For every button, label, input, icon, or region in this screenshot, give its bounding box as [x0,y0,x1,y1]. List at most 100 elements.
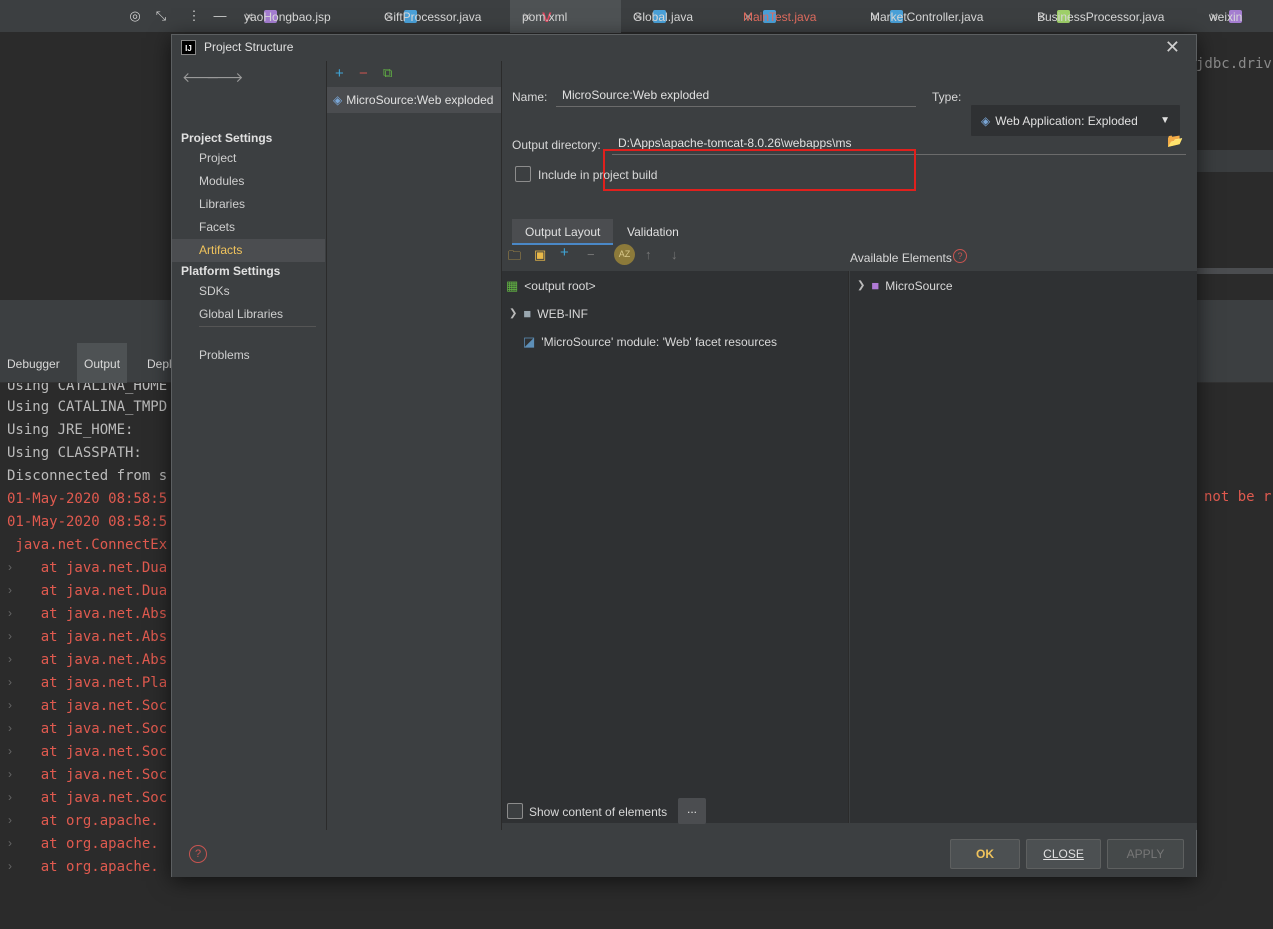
console-line: Using CATALINA_HOME [7,383,168,394]
nav-item-global-libraries[interactable]: Global Libraries [172,303,325,326]
console-line: at java.net.Soc [7,790,168,806]
expand-icon[interactable]: › [8,767,12,781]
expand-icon[interactable]: › [8,652,12,666]
artifact-detail-panel: Name: MicroSource:Web exploded Type: ◈ W… [501,61,1197,830]
expand-icon[interactable]: › [8,721,12,735]
help-icon[interactable]: ? [953,249,967,263]
tree-item-microsource[interactable]: ❯ ■ MicroSource [857,278,953,293]
nav-item-sdks[interactable]: SDKs [172,280,325,303]
expand-icon[interactable]: › [8,698,12,712]
console-line: at org.apache. [7,836,159,852]
editor-tab-global[interactable]: ✕ Global.java [621,0,693,33]
expand-icon[interactable]: › [8,560,12,574]
tree-item-web-inf[interactable]: ❯ ■ WEB-INF [509,306,588,321]
expand-icon[interactable]: › [8,675,12,689]
expand-icon[interactable]: › [8,583,12,597]
background-code-text: jdbc.driv [1196,56,1272,72]
tree-item-facet-resources[interactable]: ◪ 'MicroSource' module: 'Web' facet reso… [523,334,777,350]
console-line: Using CLASSPATH: [7,445,142,461]
minimize-icon[interactable]: — [212,8,228,24]
new-folder-icon[interactable]: 🗀 [508,247,521,269]
dialog-title-bar[interactable]: IJ Project Structure ✕ [172,35,1196,61]
more-options-button[interactable]: ... [678,798,706,824]
output-root-icon: ▦ [506,278,519,293]
include-in-build-label: Include in project build [538,168,658,182]
help-icon[interactable]: ? [189,845,207,863]
artifact-item-microsource[interactable]: ◈ MicroSource:Web exploded [327,87,501,113]
close-icon[interactable]: ✕ [1165,37,1180,58]
artifact-list-panel: + − ⧉ ◈ MicroSource:Web exploded [326,61,501,830]
target-icon[interactable]: ◎ [127,8,143,24]
expand-icon[interactable]: › [8,813,12,827]
editor-tab-weixin[interactable]: ✕ weixin [1197,0,1250,33]
chevron-right-icon[interactable]: ❯ [509,308,517,319]
console-line: at java.net.Dua [7,560,168,576]
console-line: Using CATALINA_TMPD [7,399,168,415]
available-elements-label: Available Elements [850,251,952,265]
include-in-build-checkbox[interactable] [515,166,531,182]
new-archive-icon[interactable]: ▣ [534,247,546,263]
console-line: at java.net.Soc [7,744,168,760]
sort-alphabetically-icon[interactable]: AZ [614,244,635,265]
available-elements-tree: ❯ ■ MicroSource [850,271,1197,823]
output-layout-tree: ▦ <output root> ❯ ■ WEB-INF ◪ 'MicroSour… [502,271,849,823]
console-line: at org.apache. [7,813,159,829]
tab-validation[interactable]: Validation [614,219,692,245]
remove-icon[interactable]: − [359,65,368,82]
nav-item-problems[interactable]: Problems [172,344,325,367]
tab-output[interactable]: Output [77,343,128,383]
ok-button[interactable]: OK [950,839,1020,869]
editor-tab-yaohongbao[interactable]: ✕ yaoHongbao.jsp [232,0,331,33]
nav-item-facets[interactable]: Facets [172,216,325,239]
nav-divider [199,326,316,327]
move-down-icon[interactable]: ↓ [671,247,678,262]
console-line: Disconnected from s [7,468,168,484]
editor-tab-marketcontroller[interactable]: ✕ MarketController.java [858,0,983,33]
name-label: Name: [512,90,548,104]
tree-item-output-root[interactable]: ▦ <output root> [506,278,596,294]
console-line: at java.net.Dua [7,583,168,599]
more-options-icon[interactable]: ⋮ [186,8,202,24]
console-line: Using JRE_HOME: [7,422,134,438]
console-line: 01-May-2020 08:58:5 [7,491,168,507]
expand-icon[interactable]: › [8,859,12,873]
editor-tab-pom[interactable]: ✕ V pom.xml [510,0,621,33]
console-line: at java.net.Abs [7,629,168,645]
settings-nav: 🡐 🡒 Project Settings Project Modules Lib… [172,61,326,830]
tab-output-layout[interactable]: Output Layout [512,219,614,245]
editor-tab-businessprocessor[interactable]: ✕ BusinessProcessor.java [1025,0,1164,33]
editor-scrollbar[interactable] [1196,268,1273,274]
move-up-icon[interactable]: ↑ [645,247,652,262]
editor-tab-bar: ◎ ⤡ ⋮ — ✕ yaoHongbao.jsp ✕ GiftProcessor… [0,0,1273,33]
editor-tab-maintest[interactable]: ✕ MainTest.java [731,0,816,33]
browse-folder-icon[interactable]: 📂 [1167,133,1183,149]
remove-element-icon[interactable]: − [587,247,595,262]
console-line: java.net.ConnectEx [7,537,168,553]
nav-item-libraries[interactable]: Libraries [172,193,325,216]
expand-icon[interactable]: › [8,744,12,758]
add-copy-icon[interactable]: + [560,244,569,261]
console-line: at java.net.Soc [7,721,168,737]
collapse-icon[interactable]: ⤡ [153,8,169,24]
dialog-title: Project Structure [204,40,294,54]
name-field[interactable]: MicroSource:Web exploded [556,83,916,107]
tab-debugger[interactable]: Debugger [0,343,67,383]
close-button[interactable]: CLOSE [1026,839,1101,869]
expand-icon[interactable]: › [8,629,12,643]
web-artifact-icon: ◈ [333,93,343,107]
type-label: Type: [932,90,962,104]
project-structure-dialog: IJ Project Structure ✕ 🡐 🡒 Project Setti… [171,34,1197,877]
editor-tab-giftprocessor[interactable]: ✕ GiftProcessor.java [372,0,481,33]
nav-item-modules[interactable]: Modules [172,170,325,193]
chevron-right-icon[interactable]: ❯ [857,280,865,291]
add-icon[interactable]: + [335,65,344,82]
forward-arrow-icon[interactable]: 🡒 [206,69,244,86]
nav-item-project[interactable]: Project [172,147,325,170]
expand-icon[interactable]: › [8,606,12,620]
show-content-checkbox[interactable] [507,803,523,819]
expand-icon[interactable]: › [8,790,12,804]
dialog-footer: ? OK CLOSE APPLY [172,830,1196,877]
nav-item-artifacts[interactable]: Artifacts [172,239,325,262]
copy-icon[interactable]: ⧉ [383,65,392,81]
expand-icon[interactable]: › [8,836,12,850]
